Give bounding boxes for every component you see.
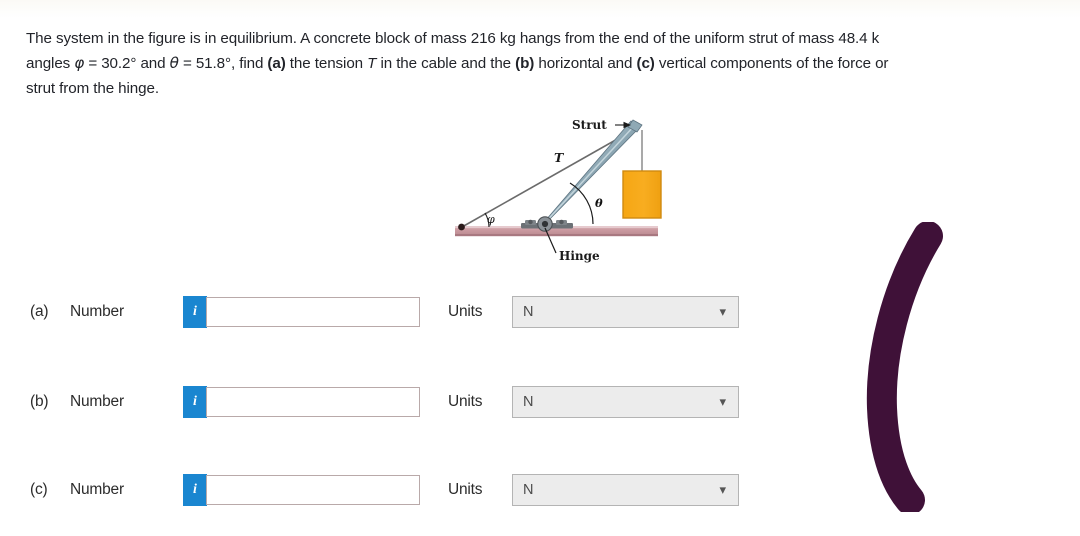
prompt-block-mass: 216 kg (470, 30, 516, 47)
units-label-c: Units (448, 481, 483, 498)
scan-artifact-band (0, 0, 1080, 18)
prompt-line1-part1: The system in the figure is in equilibri… (26, 30, 471, 47)
units-select-b[interactable]: N ▾ (512, 386, 739, 418)
answer-row-a: (a) Number i Units N ▾ (30, 292, 739, 332)
theta-value: = 51.8°, find (178, 55, 268, 72)
answer-row-b: (b) Number i Units N ▾ (30, 382, 739, 422)
annotation-stroke (866, 221, 943, 515)
units-label-a: Units (448, 303, 483, 320)
handdrawn-annotation-mark (862, 221, 982, 515)
chevron-down-icon: ▾ (719, 394, 726, 410)
units-select-value-a: N (523, 304, 534, 320)
units-label-b: Units (448, 393, 483, 410)
phi-angle-label: φ (487, 213, 495, 226)
prompt-line2-part1: angles (26, 55, 75, 72)
units-select-value-c: N (523, 482, 534, 498)
info-icon[interactable]: i (184, 475, 206, 505)
chevron-down-icon: ▾ (719, 304, 726, 320)
theta-symbol: θ (169, 54, 179, 72)
part-label-b: (b) (30, 393, 49, 410)
prompt-line2-part4: horizontal and (534, 55, 637, 72)
tension-symbol: T (367, 55, 377, 72)
number-label-a: Number (70, 303, 124, 320)
number-label-c: Number (70, 481, 124, 498)
info-icon[interactable]: i (184, 297, 206, 327)
prompt-strut-mass: 48.4 k (838, 30, 880, 47)
prompt-line2-part2: the tension (285, 55, 368, 72)
prompt-line1-part2: hangs from the end of the uniform strut … (515, 30, 839, 47)
tension-label: T (554, 150, 565, 165)
prompt-part-c-marker: (c) (636, 55, 655, 72)
prompt-part-b-marker: (b) (515, 55, 535, 72)
answer-input-c[interactable] (206, 475, 420, 505)
part-label-a: (a) (30, 303, 49, 320)
chevron-down-icon: ▾ (719, 482, 726, 498)
phi-symbol: φ (74, 54, 85, 72)
strut-label: Strut (572, 118, 607, 132)
prompt-line2-part3: in the cable and the (376, 55, 516, 72)
info-icon[interactable]: i (184, 387, 206, 417)
phi-value: = 30.2° and (84, 55, 170, 72)
hinge-label: Hinge (559, 249, 600, 263)
part-label-c: (c) (30, 481, 48, 498)
theta-angle-label: θ (595, 196, 603, 210)
units-select-value-b: N (523, 394, 534, 410)
answer-input-a[interactable] (206, 297, 420, 327)
answer-row-c: (c) Number i Units N ▾ (30, 470, 739, 510)
units-select-c[interactable]: N ▾ (512, 474, 739, 506)
cable-anchor-point (458, 223, 465, 231)
question-prompt: The system in the figure is in equilibri… (26, 26, 1080, 101)
concrete-block (622, 170, 662, 219)
answer-input-b[interactable] (206, 387, 420, 417)
prompt-line2-part5: vertical components of the force or (654, 55, 889, 72)
number-label-b: Number (70, 393, 124, 410)
prompt-part-a-marker: (a) (267, 55, 286, 72)
units-select-a[interactable]: N ▾ (512, 296, 739, 328)
prompt-line3: strut from the hinge. (26, 80, 159, 97)
physics-figure: θ φ T Strut Hinge (443, 116, 693, 268)
